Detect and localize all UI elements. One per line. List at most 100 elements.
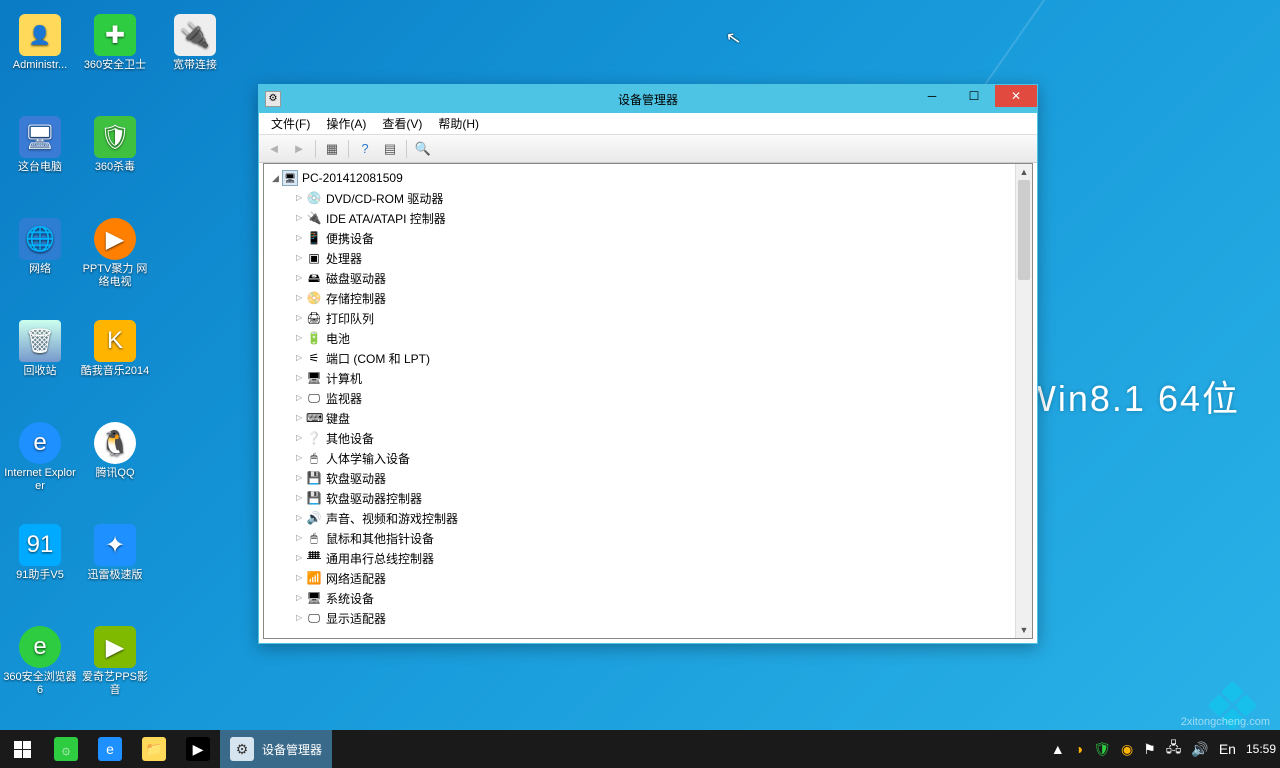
- tree-category[interactable]: ▷🖵监视器: [268, 388, 1032, 408]
- back-button[interactable]: ◄: [263, 138, 285, 160]
- tray-up-icon[interactable]: ▲: [1051, 741, 1065, 757]
- tree-category[interactable]: ▷💾软盘驱动器控制器: [268, 488, 1032, 508]
- desktop-icon-broadband[interactable]: 🔌宽带连接: [158, 14, 232, 72]
- titlebar[interactable]: ⚙ 设备管理器 ─ ☐ ✕: [259, 85, 1037, 113]
- tree-category[interactable]: ▷❔其他设备: [268, 428, 1032, 448]
- expand-icon[interactable]: ▷: [296, 593, 306, 602]
- desktop-icon-xunlei[interactable]: ✦迅雷极速版: [78, 524, 152, 582]
- properties-button[interactable]: ▤: [379, 138, 401, 160]
- scrollbar[interactable]: ▲ ▼: [1015, 164, 1032, 638]
- expand-icon[interactable]: ▷: [296, 273, 306, 282]
- tree-category[interactable]: ▷📶网络适配器: [268, 568, 1032, 588]
- expand-icon[interactable]: ▷: [296, 513, 306, 522]
- desktop-icon-recycle[interactable]: 🗑回收站: [3, 320, 77, 378]
- tree-category[interactable]: ▷🖴磁盘驱动器: [268, 268, 1032, 288]
- detail-view-button[interactable]: ▦: [321, 138, 343, 160]
- tree-category[interactable]: ▷💾软盘驱动器: [268, 468, 1032, 488]
- expand-icon[interactable]: ▷: [296, 613, 306, 622]
- tray-network-icon[interactable]: 🖧: [1166, 737, 1182, 761]
- tree-category[interactable]: ▷📱便携设备: [268, 228, 1032, 248]
- expand-icon[interactable]: ▷: [296, 333, 306, 342]
- taskbar-item-explorer[interactable]: 📁: [132, 730, 176, 768]
- desktop-icon-ie[interactable]: eInternet Explorer: [3, 422, 77, 493]
- scroll-down-button[interactable]: ▼: [1016, 622, 1032, 638]
- expand-icon[interactable]: ▷: [296, 473, 306, 482]
- desktop-icon-a91[interactable]: 9191助手V5: [3, 524, 77, 582]
- menu-item[interactable]: 操作(A): [318, 113, 374, 134]
- tree-category[interactable]: ▷▣处理器: [268, 248, 1032, 268]
- minimize-button[interactable]: ─: [911, 85, 953, 107]
- taskbar-item-iqiyi[interactable]: ▶: [176, 730, 220, 768]
- desktop-icon-thispc[interactable]: 🖥这台电脑: [3, 116, 77, 174]
- taskbar-item-devmgr[interactable]: ⚙ 设备管理器: [220, 730, 332, 768]
- device-tree[interactable]: ◢🖥PC-201412081509▷💿DVD/CD-ROM 驱动器▷🔌IDE A…: [264, 164, 1032, 638]
- desktop-icon-network[interactable]: 🌐网络: [3, 218, 77, 276]
- tree-category[interactable]: ▷⚟端口 (COM 和 LPT): [268, 348, 1032, 368]
- scan-hardware-button[interactable]: 🔍: [412, 138, 434, 160]
- expand-icon[interactable]: ▷: [296, 393, 306, 402]
- tray-clock[interactable]: 15:59: [1246, 743, 1276, 756]
- expand-icon[interactable]: ▷: [296, 353, 306, 362]
- start-button[interactable]: [0, 730, 44, 768]
- expand-icon[interactable]: ▷: [296, 433, 306, 442]
- desktop-icon-browser360[interactable]: e360安全浏览器6: [3, 626, 77, 697]
- tray-flag-icon[interactable]: ⚑: [1143, 741, 1156, 758]
- tree-root[interactable]: ◢🖥PC-201412081509: [268, 168, 1032, 188]
- tray-360-icon[interactable]: ◑: [1075, 741, 1083, 757]
- close-button[interactable]: ✕: [995, 85, 1037, 107]
- desktop-icon-iqiyi[interactable]: ▶爱奇艺PPS影音: [78, 626, 152, 697]
- tree-category[interactable]: ▷📀存储控制器: [268, 288, 1032, 308]
- help-button[interactable]: ?: [354, 138, 376, 160]
- tree-category[interactable]: ▷🖥计算机: [268, 368, 1032, 388]
- tree-category[interactable]: ▷🔋电池: [268, 328, 1032, 348]
- tree-category[interactable]: ▷🖨打印队列: [268, 308, 1032, 328]
- tree-category-label: 系统设备: [326, 590, 374, 607]
- menu-item[interactable]: 帮助(H): [430, 113, 487, 134]
- tree-category[interactable]: ▷🖥系统设备: [268, 588, 1032, 608]
- menu-item[interactable]: 文件(F): [263, 113, 318, 134]
- scroll-thumb[interactable]: [1018, 180, 1030, 280]
- expand-icon[interactable]: ▷: [296, 553, 306, 562]
- maximize-button[interactable]: ☐: [953, 85, 995, 107]
- scroll-up-button[interactable]: ▲: [1016, 164, 1032, 180]
- expand-icon[interactable]: ▷: [296, 493, 306, 502]
- expand-icon[interactable]: ▷: [296, 373, 306, 382]
- expand-icon[interactable]: ▷: [296, 213, 306, 222]
- expand-icon[interactable]: ▷: [296, 253, 306, 262]
- tree-category[interactable]: ▷ᚙ通用串行总线控制器: [268, 548, 1032, 568]
- desktop-icon-360safe[interactable]: ✚360安全卫士: [78, 14, 152, 72]
- taskbar-item-threesixty[interactable]: ۞: [44, 730, 88, 768]
- expand-icon[interactable]: ▷: [296, 193, 306, 202]
- menu-item[interactable]: 查看(V): [374, 113, 430, 134]
- tray-shield-icon[interactable]: 🛡: [1093, 741, 1111, 758]
- tree-panel: ◢🖥PC-201412081509▷💿DVD/CD-ROM 驱动器▷🔌IDE A…: [263, 163, 1033, 639]
- category-icon: 📀: [306, 290, 322, 306]
- expand-icon[interactable]: ▷: [296, 313, 306, 322]
- expand-icon[interactable]: ▷: [296, 293, 306, 302]
- expand-icon[interactable]: ▷: [296, 233, 306, 242]
- tree-category[interactable]: ▷💿DVD/CD-ROM 驱动器: [268, 188, 1032, 208]
- desktop-icon-kuwo[interactable]: K酷我音乐2014: [78, 320, 152, 378]
- forward-button[interactable]: ►: [288, 138, 310, 160]
- devmgr-icon: ⚙: [230, 737, 254, 761]
- tree-category[interactable]: ▷⌨键盘: [268, 408, 1032, 428]
- expand-icon[interactable]: ▷: [296, 573, 306, 582]
- tree-category[interactable]: ▷🖵显示适配器: [268, 608, 1032, 628]
- tray-volume-icon[interactable]: 🔊: [1191, 741, 1208, 758]
- expand-icon[interactable]: ▷: [296, 453, 306, 462]
- desktop-icon-pptv[interactable]: ▶PPTV聚力 网络电视: [78, 218, 152, 289]
- tree-category[interactable]: ▷🔊声音、视频和游戏控制器: [268, 508, 1032, 528]
- desktop-icon-administrator[interactable]: Administr...: [3, 14, 77, 72]
- desktop-icon-qq[interactable]: 🐧腾讯QQ: [78, 422, 152, 480]
- device-manager-window: ⚙ 设备管理器 ─ ☐ ✕ 文件(F)操作(A)查看(V)帮助(H) ◄ ► ▦…: [258, 84, 1038, 644]
- taskbar-item-ie[interactable]: e: [88, 730, 132, 768]
- tree-category[interactable]: ▷🔌IDE ATA/ATAPI 控制器: [268, 208, 1032, 228]
- desktop-icon-360av[interactable]: 🛡360杀毒: [78, 116, 152, 174]
- tree-category[interactable]: ▷🖱鼠标和其他指针设备: [268, 528, 1032, 548]
- tray-safe-icon[interactable]: ◉: [1121, 741, 1133, 758]
- expand-icon[interactable]: ▷: [296, 533, 306, 542]
- tray-lang[interactable]: En: [1219, 741, 1236, 757]
- system-tray[interactable]: ▲ ◑ 🛡 ◉ ⚑ 🖧 🔊 En 15:59: [1051, 730, 1280, 768]
- tree-category[interactable]: ▷🖱人体学输入设备: [268, 448, 1032, 468]
- expand-icon[interactable]: ▷: [296, 413, 306, 422]
